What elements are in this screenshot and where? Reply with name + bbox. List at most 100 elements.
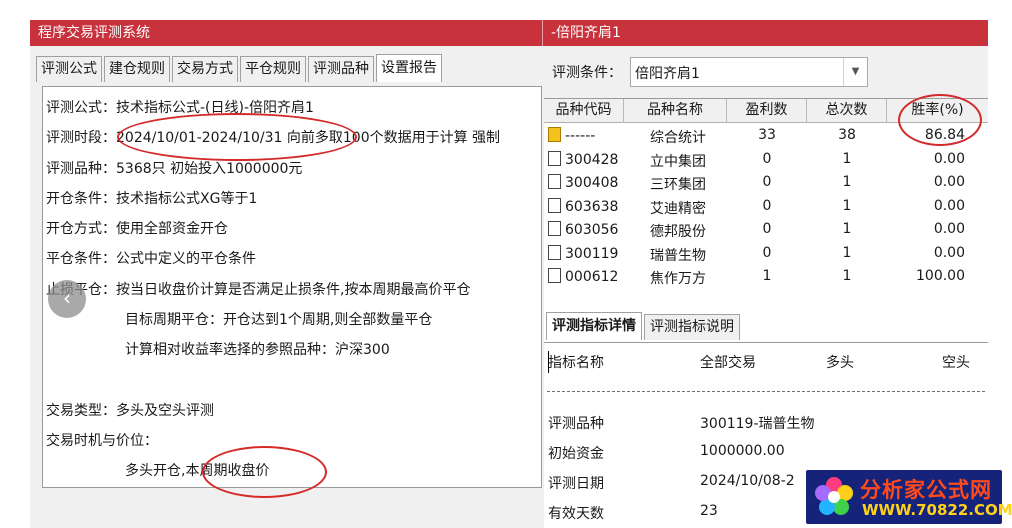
row-total: 1 bbox=[842, 244, 852, 261]
left-window-title: 程序交易评测系统 bbox=[30, 20, 542, 46]
detail-row-value: 1000000.00 bbox=[700, 443, 785, 459]
header-total[interactable]: 总次数 bbox=[807, 99, 887, 123]
report-line: 交易类型：多头及空头评测 bbox=[46, 403, 214, 419]
tab-trade-mode[interactable]: 交易方式 bbox=[172, 56, 238, 82]
row-profit: 0 bbox=[762, 150, 772, 167]
report-line: 评测公式：技术指标公式-(日线)-倍阳齐肩1 bbox=[46, 100, 314, 116]
settings-report-text[interactable]: 评测公式：技术指标公式-(日线)-倍阳齐肩1 评测时段：2024/10/01-2… bbox=[42, 86, 542, 488]
row-profit: 33 bbox=[758, 127, 776, 143]
row-rate: 0.00 bbox=[933, 221, 965, 237]
detail-tab-bar: 评测指标详情 评测指标说明 bbox=[546, 312, 742, 342]
row-rate: 0.00 bbox=[933, 244, 965, 261]
row-code: 000612 bbox=[548, 268, 618, 285]
table-row[interactable]: ------ 综合统计 33 38 86.84 bbox=[544, 125, 988, 149]
row-code: 300119 bbox=[548, 244, 618, 262]
row-rate: 0.00 bbox=[933, 150, 965, 167]
row-total: 1 bbox=[842, 268, 852, 284]
header-win-rate[interactable]: 胜率(%) bbox=[887, 99, 988, 123]
table-row[interactable]: 300408 三环集团 0 1 0.00 bbox=[544, 172, 988, 196]
row-code: 300408 bbox=[548, 174, 618, 191]
detail-row-value: 23 bbox=[700, 503, 718, 519]
watermark-title: 分析家公式网 bbox=[860, 478, 992, 502]
tab-metric-description[interactable]: 评测指标说明 bbox=[644, 314, 740, 340]
report-line: 开仓条件：技术指标公式XG等于1 bbox=[46, 191, 258, 207]
document-icon bbox=[548, 174, 561, 189]
right-window-title: -倍阳齐肩1 bbox=[542, 20, 988, 46]
row-rate: 0.00 bbox=[933, 174, 965, 190]
detail-header-long: 多头 bbox=[826, 355, 854, 371]
row-total: 1 bbox=[842, 197, 852, 214]
row-name: 焦作万方 bbox=[650, 271, 706, 287]
detail-row-name: 有效天数 bbox=[548, 506, 604, 522]
condition-label: 评测条件： bbox=[552, 65, 622, 81]
tab-metric-details[interactable]: 评测指标详情 bbox=[546, 312, 642, 340]
document-icon bbox=[548, 244, 561, 260]
report-line: 计算相对收益率选择的参照品种：沪深300 bbox=[125, 342, 390, 358]
table-row[interactable]: 300119 瑞普生物 0 1 0.00 bbox=[544, 243, 988, 267]
document-icon bbox=[548, 197, 561, 213]
chevron-down-icon[interactable]: ▼ bbox=[843, 58, 867, 86]
detail-row-name: 评测品种 bbox=[548, 416, 604, 432]
row-name: 瑞普生物 bbox=[650, 247, 706, 264]
row-total: 1 bbox=[842, 174, 852, 190]
row-profit: 0 bbox=[762, 197, 772, 214]
row-code: 300428 bbox=[548, 150, 618, 168]
table-row[interactable]: 300428 立中集团 0 1 0.00 bbox=[544, 149, 988, 173]
left-window: 评测公式 建仓规则 交易方式 平仓规则 评测品种 设置报告 评测公式：技术指标公… bbox=[30, 46, 542, 528]
row-total: 1 bbox=[842, 221, 852, 237]
tab-instruments[interactable]: 评测品种 bbox=[308, 56, 374, 82]
detail-row-value: 300119-瑞普生物 bbox=[700, 416, 815, 432]
row-rate: 100.00 bbox=[916, 268, 965, 284]
condition-value: 倍阳齐肩1 bbox=[635, 66, 700, 82]
table-row[interactable]: 603056 德邦股份 0 1 0.00 bbox=[544, 219, 988, 243]
detail-header-all: 全部交易 bbox=[700, 355, 756, 371]
table-row[interactable]: 000612 焦作万方 1 1 100.00 bbox=[544, 266, 988, 290]
table-row[interactable]: 603638 艾迪精密 0 1 0.00 bbox=[544, 196, 988, 220]
row-name: 综合统计 bbox=[650, 130, 706, 146]
header-code[interactable]: 品种代码 bbox=[544, 99, 624, 123]
row-name: 三环集团 bbox=[650, 177, 706, 193]
grid-header: 品种代码 品种名称 盈利数 总次数 胜率(%) bbox=[544, 99, 988, 123]
chevron-left-icon[interactable]: ‹ bbox=[48, 280, 86, 318]
detail-row-name: 评测日期 bbox=[548, 476, 604, 492]
report-line: 止损平仓：按当日收盘价计算是否满足止损条件,按本周期最高价平仓 bbox=[46, 282, 471, 298]
summary-folder-icon bbox=[548, 127, 561, 142]
row-name: 德邦股份 bbox=[650, 224, 706, 240]
document-icon bbox=[548, 268, 561, 283]
row-name: 艾迪精密 bbox=[650, 200, 706, 217]
row-name: 立中集团 bbox=[650, 153, 706, 170]
report-line: 多头开仓,本周期收盘价 bbox=[125, 463, 270, 479]
row-code: 603056 bbox=[548, 221, 618, 238]
header-profit[interactable]: 盈利数 bbox=[727, 99, 807, 123]
row-profit: 0 bbox=[762, 244, 772, 261]
row-total: 1 bbox=[842, 150, 852, 167]
tab-settings-report[interactable]: 设置报告 bbox=[376, 54, 442, 82]
row-profit: 0 bbox=[762, 174, 772, 190]
report-line: 平仓条件：公式中定义的平仓条件 bbox=[46, 251, 256, 267]
row-code: 603638 bbox=[548, 197, 618, 215]
document-icon bbox=[548, 221, 561, 236]
row-total: 38 bbox=[838, 127, 856, 143]
report-line: 评测品种：5368只 初始投入1000000元 bbox=[46, 161, 303, 177]
report-line: 开仓方式：使用全部资金开仓 bbox=[46, 221, 228, 237]
tab-formula[interactable]: 评测公式 bbox=[36, 56, 102, 82]
right-window: 评测条件： 倍阳齐肩1 ▼ 品种代码 品种名称 盈利数 总次数 胜率(%) --… bbox=[542, 46, 988, 528]
row-code: ------ bbox=[548, 127, 595, 144]
detail-row-value: 2024/10/08-2 bbox=[700, 473, 795, 489]
divider bbox=[547, 391, 985, 392]
tab-open-rules[interactable]: 建仓规则 bbox=[104, 56, 170, 82]
condition-select[interactable]: 倍阳齐肩1 ▼ bbox=[630, 57, 868, 87]
row-profit: 1 bbox=[762, 268, 772, 284]
row-profit: 0 bbox=[762, 221, 772, 237]
flower-logo-icon bbox=[815, 477, 853, 515]
results-grid: 品种代码 品种名称 盈利数 总次数 胜率(%) ------ 综合统计 33 3… bbox=[544, 98, 988, 346]
document-icon bbox=[548, 150, 561, 166]
tab-close-rules[interactable]: 平仓规则 bbox=[240, 56, 306, 82]
row-rate: 86.84 bbox=[924, 127, 965, 143]
report-line: 目标周期平仓：开仓达到1个周期,则全部数量平仓 bbox=[125, 312, 433, 328]
header-name[interactable]: 品种名称 bbox=[624, 99, 727, 123]
watermark-url: WWW.70822.COM bbox=[862, 501, 1012, 519]
detail-row-name: 初始资金 bbox=[548, 446, 604, 462]
detail-header-name: 指标名称 bbox=[548, 355, 604, 371]
left-tab-bar: 评测公式 建仓规则 交易方式 平仓规则 评测品种 设置报告 bbox=[36, 54, 444, 82]
